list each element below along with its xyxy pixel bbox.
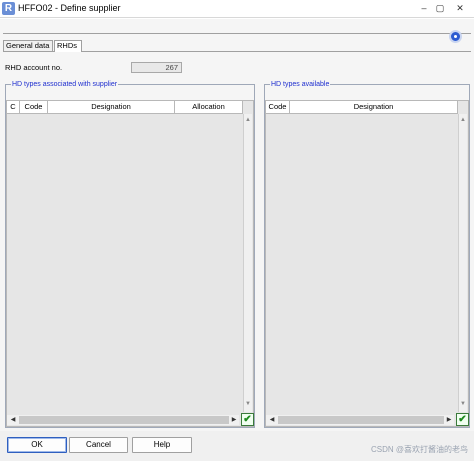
grid-header: C Code Designation Allocation — [7, 101, 243, 114]
column-header-designation[interactable]: Designation — [48, 101, 175, 113]
confirm-check-icon[interactable]: ✔ — [241, 413, 254, 426]
scroll-up-icon[interactable]: ▲ — [459, 116, 467, 124]
rhd-account-label: RHD account no. — [5, 63, 63, 72]
scroll-right-icon[interactable]: ▶ — [445, 415, 453, 425]
window-title: HFFO02 - Define supplier — [18, 3, 121, 13]
cancel-button[interactable]: Cancel — [69, 437, 128, 453]
column-header-allocation[interactable]: Allocation — [175, 101, 243, 113]
horizontal-scrollbar[interactable]: ◀ ▶ — [7, 415, 239, 425]
scroll-left-icon[interactable]: ◀ — [9, 415, 17, 425]
tab-strip-divider — [3, 33, 471, 34]
vertical-scrollbar[interactable]: ▲ ▼ — [458, 114, 467, 412]
column-header-designation[interactable]: Designation — [290, 101, 458, 113]
column-header-c[interactable]: C — [7, 101, 20, 113]
tab-general-data[interactable]: General data — [3, 40, 53, 51]
horizontal-scroll-thumb[interactable] — [278, 416, 444, 424]
associated-types-grid[interactable]: C Code Designation Allocation ▲ ▼ ◀ ▶ ✔ — [6, 100, 254, 427]
column-header-code[interactable]: Code — [20, 101, 48, 113]
confirm-check-icon[interactable]: ✔ — [456, 413, 469, 426]
rhd-account-field: 267 — [131, 62, 182, 73]
ok-button[interactable]: OK — [7, 437, 67, 453]
scroll-right-icon[interactable]: ▶ — [230, 415, 238, 425]
column-header-code[interactable]: Code — [266, 101, 290, 113]
help-bubble-icon[interactable] — [449, 30, 462, 43]
associated-types-title: HD types associated with supplier — [11, 80, 119, 89]
available-types-title: HD types available — [270, 80, 331, 89]
horizontal-scroll-thumb[interactable] — [19, 416, 229, 424]
scroll-left-icon[interactable]: ◀ — [268, 415, 276, 425]
close-button[interactable]: ✕ — [452, 1, 468, 15]
grid-header: Code Designation — [266, 101, 458, 114]
maximize-button[interactable]: ▢ — [432, 1, 448, 15]
title-bar: R HFFO02 - Define supplier – ▢ ✕ — [0, 0, 474, 18]
active-tab-gap — [55, 51, 81, 52]
app-logo-icon: R — [2, 2, 15, 15]
scroll-down-icon[interactable]: ▼ — [244, 400, 252, 408]
scroll-up-icon[interactable]: ▲ — [244, 116, 252, 124]
scroll-down-icon[interactable]: ▼ — [459, 400, 467, 408]
minimize-button[interactable]: – — [416, 1, 432, 15]
horizontal-scrollbar[interactable]: ◀ ▶ — [266, 415, 454, 425]
vertical-scrollbar[interactable]: ▲ ▼ — [243, 114, 252, 412]
watermark-text: CSDN @喜欢打酱油的老鸟 — [370, 445, 468, 454]
help-button[interactable]: Help — [132, 437, 192, 453]
available-types-grid[interactable]: Code Designation ▲ ▼ ◀ ▶ ✔ — [265, 100, 469, 427]
